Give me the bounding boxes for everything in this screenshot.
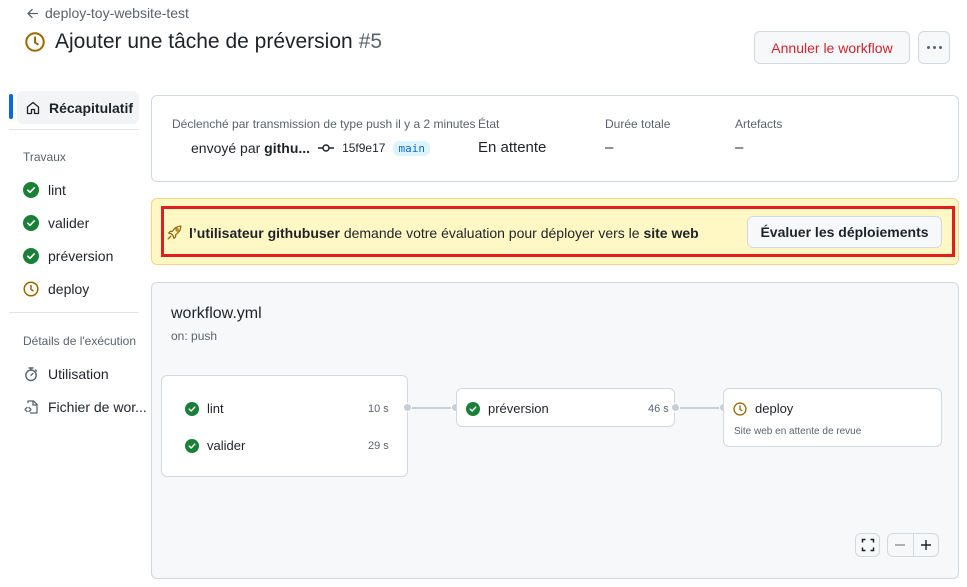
zoom-in-button[interactable] (912, 534, 939, 556)
banner-user: githubuser (267, 224, 340, 241)
job-label: préversion (48, 248, 114, 264)
run-title: Ajouter une tâche de préversion (55, 30, 353, 53)
clock-icon (23, 281, 39, 297)
sidebar-job-preversion[interactable]: préversion (23, 248, 113, 264)
divider (9, 129, 139, 130)
graph-job-valider[interactable]: valider (185, 438, 245, 453)
actor-link[interactable]: githu... (264, 140, 310, 156)
arrow-left-icon (27, 8, 39, 18)
fullscreen-button[interactable] (855, 533, 880, 557)
status-label: État (478, 117, 500, 131)
clock-icon (733, 401, 747, 416)
home-icon (26, 101, 40, 114)
run-number: #5 (358, 30, 383, 53)
status-value: En attente (478, 139, 547, 156)
job-name: lint (207, 401, 224, 416)
git-commit-icon (318, 144, 335, 152)
artifacts-label: Artefacts (735, 117, 783, 131)
check-circle-icon (466, 401, 480, 416)
job-connector (408, 407, 456, 409)
sidebar-item-summary[interactable]: Récapitulatif (17, 91, 139, 124)
jobs-heading: Travaux (23, 150, 66, 164)
job-subtext: Site web en attente de revue (734, 426, 862, 437)
check-circle-icon (23, 215, 39, 231)
check-circle-icon (185, 401, 199, 416)
job-duration: 29 s (368, 440, 389, 452)
clock-icon (25, 32, 45, 52)
sidebar-item-label: Récapitulatif (49, 99, 134, 116)
graph-job-deploy[interactable]: deploy (733, 401, 793, 416)
workflow-trigger: on: push (171, 329, 218, 343)
trigger-label: Déclenché par transmission de type push … (172, 117, 476, 131)
branch-tag[interactable]: main (393, 140, 430, 156)
sidebar-item-label: Utilisation (48, 366, 109, 382)
sidebar-job-lint[interactable]: lint (23, 182, 66, 198)
job-label: lint (48, 182, 66, 198)
job-duration: 10 s (368, 403, 389, 415)
job-name: préversion (488, 401, 549, 416)
zoom-out-button[interactable] (888, 534, 913, 556)
back-link[interactable]: deploy-toy-website-test (26, 5, 189, 21)
minus-icon (895, 544, 906, 546)
file-code-icon (24, 400, 38, 414)
job-duration: 46 s (648, 403, 669, 415)
more-options-button[interactable] (918, 31, 950, 64)
sidebar-job-valider[interactable]: valider (23, 215, 89, 231)
back-link-label: deploy-toy-website-test (45, 5, 189, 21)
connector-dot (671, 403, 680, 412)
banner-prefix: l’utilisateur (189, 224, 264, 241)
connector-dot (403, 403, 412, 412)
graph-job-preversion[interactable]: préversion (466, 401, 549, 416)
cancel-workflow-button[interactable]: Annuler le workflow (754, 31, 910, 64)
run-summary-card: Déclenché par transmission de type push … (151, 95, 959, 182)
commit-sha-link[interactable]: 15f9e17 (342, 141, 385, 155)
sidebar-item-usage[interactable]: Utilisation (23, 366, 109, 382)
pushed-by: envoyé par githu... (191, 140, 310, 156)
duration-value: – (605, 139, 614, 156)
sidebar-job-deploy[interactable]: deploy (23, 281, 89, 297)
job-name: deploy (755, 401, 794, 416)
job-label: deploy (48, 281, 90, 297)
job-connector (675, 407, 723, 409)
banner-middle: demande votre évaluation pour déployer v… (343, 224, 640, 241)
sidebar-item-label: Fichier de wor... (48, 399, 147, 415)
review-request-message: l’utilisateur githubuser demande votre é… (166, 224, 699, 241)
review-deployments-button[interactable]: Évaluer les déploiements (747, 216, 942, 248)
run-details-heading: Détails de l'exécution (23, 334, 137, 348)
job-card-deploy[interactable] (723, 388, 942, 447)
stopwatch-icon (25, 367, 38, 382)
kebab-horizontal-icon (925, 46, 943, 49)
job-name: valider (207, 438, 246, 453)
pushed-by-prefix: envoyé par (191, 140, 261, 156)
page-title: Ajouter une tâche de préversion #5 (24, 30, 382, 54)
trigger-details: envoyé par githu... 15f9e17 main (191, 140, 430, 156)
zoom-controls (887, 533, 939, 557)
graph-job-lint[interactable]: lint (185, 401, 224, 416)
sidebar-item-workflow-file[interactable]: Fichier de wor... (23, 399, 147, 415)
check-circle-icon (23, 248, 39, 264)
rocket-icon (167, 225, 182, 240)
job-group-card (161, 375, 408, 477)
duration-label: Durée totale (605, 117, 671, 131)
banner-environment: site web (643, 224, 699, 241)
check-circle-icon (185, 438, 199, 453)
job-label: valider (48, 215, 90, 231)
workflow-file-name: workflow.yml (171, 305, 262, 322)
plus-icon (920, 540, 931, 550)
screen-full-icon (861, 538, 874, 552)
active-indicator (9, 94, 13, 119)
artifacts-value: – (735, 139, 744, 156)
divider (9, 312, 139, 313)
check-circle-icon (23, 182, 39, 198)
